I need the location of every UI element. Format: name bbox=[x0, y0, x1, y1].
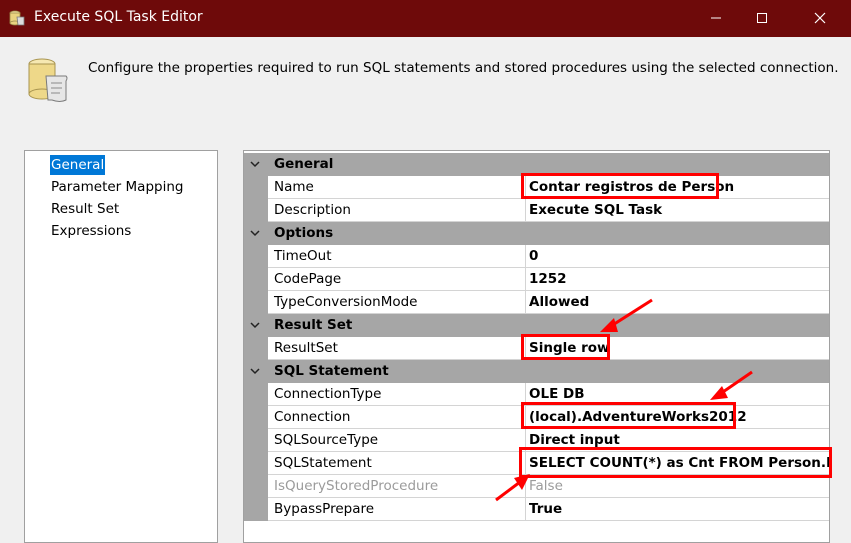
property-row-name[interactable]: Name Contar registros de Person bbox=[244, 176, 829, 199]
category-label: SQL Statement bbox=[274, 363, 389, 379]
page-navigation: General Parameter Mapping Result Set Exp… bbox=[24, 150, 218, 543]
property-name: CodePage bbox=[268, 268, 526, 291]
property-value-bypassprepare[interactable]: True bbox=[526, 498, 829, 521]
row-gutter bbox=[244, 199, 268, 222]
row-gutter bbox=[244, 176, 268, 199]
property-name: BypassPrepare bbox=[268, 498, 526, 521]
property-name: SQLStatement bbox=[268, 452, 526, 475]
property-value-isquerystoredprocedure: False bbox=[526, 475, 829, 498]
category-general[interactable]: General bbox=[244, 153, 829, 176]
property-value-description[interactable]: Execute SQL Task bbox=[526, 199, 829, 222]
header-description: Configure the properties required to run… bbox=[88, 60, 839, 76]
property-value-codepage[interactable]: 1252 bbox=[526, 268, 829, 291]
nav-item-expressions[interactable]: Expressions bbox=[50, 221, 132, 241]
nav-item-parameter-mapping[interactable]: Parameter Mapping bbox=[50, 177, 184, 197]
property-name: Connection bbox=[268, 406, 526, 429]
property-row-typeconversionmode[interactable]: TypeConversionMode Allowed bbox=[244, 291, 829, 314]
property-value-typeconversionmode[interactable]: Allowed bbox=[526, 291, 829, 314]
property-name: Description bbox=[268, 199, 526, 222]
row-gutter bbox=[244, 291, 268, 314]
minimize-button[interactable] bbox=[693, 0, 739, 37]
row-gutter bbox=[244, 429, 268, 452]
window-title: Execute SQL Task Editor bbox=[34, 9, 203, 25]
row-gutter bbox=[244, 498, 268, 521]
category-options[interactable]: Options bbox=[244, 222, 829, 245]
maximize-icon bbox=[757, 13, 767, 23]
category-label: General bbox=[274, 156, 334, 172]
row-gutter bbox=[244, 337, 268, 360]
property-value-sqlsourcetype[interactable]: Direct input bbox=[526, 429, 829, 452]
row-gutter bbox=[244, 406, 268, 429]
nav-item-general[interactable]: General bbox=[50, 155, 106, 175]
category-sql-statement[interactable]: SQL Statement bbox=[244, 360, 829, 383]
close-icon bbox=[814, 12, 826, 24]
row-gutter bbox=[244, 268, 268, 291]
collapse-chevron-icon[interactable] bbox=[250, 228, 260, 238]
property-row-sqlstatement[interactable]: SQLStatement SELECT COUNT(*) as Cnt FROM… bbox=[244, 452, 829, 475]
property-value-connectiontype[interactable]: OLE DB bbox=[526, 383, 829, 406]
property-value-connection[interactable]: (local).AdventureWorks2012 bbox=[526, 406, 829, 429]
property-row-bypassprepare[interactable]: BypassPrepare True bbox=[244, 498, 829, 521]
property-row-connection[interactable]: Connection (local).AdventureWorks2012 bbox=[244, 406, 829, 429]
property-value-resultset[interactable]: Single row bbox=[526, 337, 829, 360]
property-row-connectiontype[interactable]: ConnectionType OLE DB bbox=[244, 383, 829, 406]
row-gutter bbox=[244, 245, 268, 268]
property-value-timeout[interactable]: 0 bbox=[526, 245, 829, 268]
close-button[interactable] bbox=[797, 0, 843, 37]
property-value-sqlstatement[interactable]: SELECT COUNT(*) as Cnt FROM Person.Perso… bbox=[526, 452, 829, 475]
category-label: Result Set bbox=[274, 317, 353, 333]
property-row-timeout[interactable]: TimeOut 0 bbox=[244, 245, 829, 268]
property-name: TypeConversionMode bbox=[268, 291, 526, 314]
property-grid: General Name Contar registros de Person … bbox=[243, 150, 830, 543]
collapse-chevron-icon[interactable] bbox=[250, 159, 260, 169]
collapse-chevron-icon[interactable] bbox=[250, 320, 260, 330]
property-row-isquerystoredprocedure[interactable]: IsQueryStoredProcedure False bbox=[244, 475, 829, 498]
collapse-chevron-icon[interactable] bbox=[250, 366, 260, 376]
property-row-description[interactable]: Description Execute SQL Task bbox=[244, 199, 829, 222]
property-name: SQLSourceType bbox=[268, 429, 526, 452]
property-name: TimeOut bbox=[268, 245, 526, 268]
minimize-icon bbox=[711, 17, 721, 19]
property-row-codepage[interactable]: CodePage 1252 bbox=[244, 268, 829, 291]
property-row-sqlsourcetype[interactable]: SQLSourceType Direct input bbox=[244, 429, 829, 452]
maximize-button[interactable] bbox=[739, 0, 785, 37]
nav-item-result-set[interactable]: Result Set bbox=[50, 199, 120, 219]
title-bar: Execute SQL Task Editor bbox=[0, 0, 851, 37]
row-gutter bbox=[244, 383, 268, 406]
property-row-resultset[interactable]: ResultSet Single row bbox=[244, 337, 829, 360]
property-name: Name bbox=[268, 176, 526, 199]
property-value-name[interactable]: Contar registros de Person bbox=[526, 176, 829, 199]
category-label: Options bbox=[274, 225, 334, 241]
property-name: IsQueryStoredProcedure bbox=[268, 475, 526, 498]
category-result-set[interactable]: Result Set bbox=[244, 314, 829, 337]
property-name: ConnectionType bbox=[268, 383, 526, 406]
row-gutter bbox=[244, 475, 268, 498]
task-editor-icon bbox=[8, 9, 26, 27]
database-script-icon bbox=[24, 56, 72, 106]
header-band bbox=[0, 37, 851, 127]
row-gutter bbox=[244, 452, 268, 475]
property-name: ResultSet bbox=[268, 337, 526, 360]
